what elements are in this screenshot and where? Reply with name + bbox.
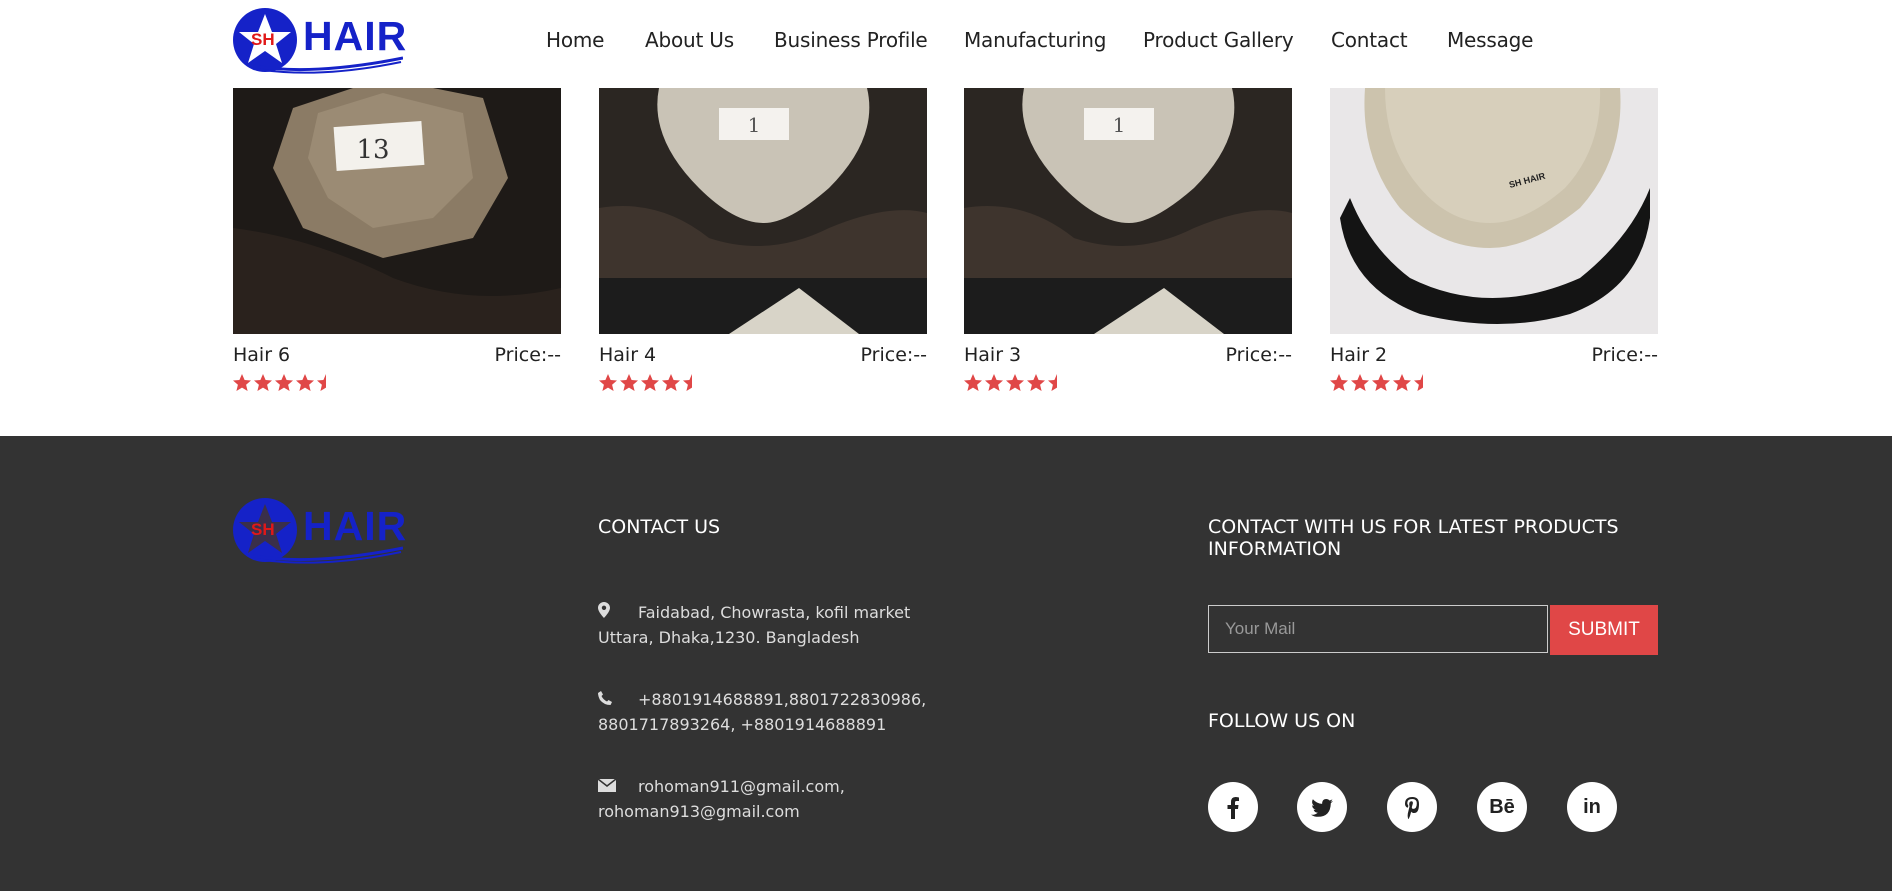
product-card[interactable]: 13 Hair 6 Price:-- <box>233 88 561 391</box>
rating-star-icon <box>599 374 617 391</box>
site-footer: SH HAIR CONTACT US Faidabad, Chowrasta, … <box>0 436 1892 891</box>
rating-star-icon <box>317 374 326 391</box>
newsletter-heading-line2: INFORMATION <box>1208 538 1342 560</box>
product-card[interactable]: 1 Hair 3 Price:-- <box>964 88 1292 391</box>
footer-logo-swoosh-icon <box>253 546 403 564</box>
newsletter-heading: CONTACT WITH US FOR LATEST PRODUCTS INFO… <box>1208 516 1668 560</box>
submit-button[interactable]: SUBMIT <box>1550 605 1658 655</box>
product-price: Price:-- <box>1225 344 1292 366</box>
email-block: rohoman911@gmail.com, rohoman913@gmail.c… <box>597 774 928 824</box>
product-rating <box>964 374 1069 392</box>
contact-heading: CONTACT US <box>598 516 721 538</box>
rating-star-icon <box>662 374 680 391</box>
address-line2: Uttara, Dhaka,1230. Bangladesh <box>598 628 860 647</box>
rating-star-icon <box>1414 374 1423 391</box>
rating-star-icon <box>1372 374 1390 391</box>
rating-star-icon <box>296 374 314 391</box>
rating-star-icon <box>683 374 692 391</box>
phone-line1[interactable]: +8801914688891,8801722830986, <box>638 690 926 709</box>
rating-star-icon <box>1027 374 1045 391</box>
logo-sh-text: SH <box>251 30 275 49</box>
rating-star-icon <box>1330 374 1348 391</box>
rating-star-icon <box>233 374 251 391</box>
product-name[interactable]: Hair 2 <box>1330 344 1387 366</box>
product-card[interactable]: SH HAIR Hair 2 Price:-- <box>1330 88 1658 391</box>
logo-swoosh-icon <box>253 56 403 74</box>
phone-line2[interactable]: 8801717893264, +8801914688891 <box>598 715 886 734</box>
product-price: Price:-- <box>1591 344 1658 366</box>
site-logo[interactable]: SH HAIR <box>233 8 406 74</box>
product-image[interactable]: 1 <box>599 88 927 334</box>
rating-star-icon <box>964 374 982 391</box>
follow-heading: FOLLOW US ON <box>1208 710 1356 732</box>
rating-star-icon <box>1393 374 1411 391</box>
facebook-icon[interactable] <box>1208 782 1258 832</box>
nav-manufacturing[interactable]: Manufacturing <box>964 28 1106 52</box>
product-rating <box>1330 374 1435 392</box>
product-name[interactable]: Hair 4 <box>599 344 656 366</box>
product-card[interactable]: 1 Hair 4 Price:-- <box>599 88 927 391</box>
rating-star-icon <box>275 374 293 391</box>
product-image[interactable]: 13 <box>233 88 561 334</box>
twitter-icon[interactable] <box>1297 782 1347 832</box>
product-tag-text: 1 <box>748 113 761 137</box>
phone-block: +8801914688891,8801722830986, 8801717893… <box>598 687 928 737</box>
logo-hair-text: HAIR <box>303 13 408 59</box>
map-marker-icon <box>598 600 638 625</box>
email-input[interactable]: Your Mail <box>1208 605 1548 653</box>
product-rating <box>233 374 338 392</box>
envelope-icon <box>597 774 638 799</box>
nav-message[interactable]: Message <box>1447 28 1533 52</box>
footer-logo-hair-text: HAIR <box>303 503 408 549</box>
rating-star-icon <box>985 374 1003 391</box>
email-line2[interactable]: rohoman913@gmail.com <box>598 802 800 821</box>
rating-star-icon <box>641 374 659 391</box>
product-image[interactable]: SH HAIR <box>1330 88 1658 334</box>
address-block: Faidabad, Chowrasta, kofil market Uttara… <box>598 600 928 650</box>
product-price: Price:-- <box>860 344 927 366</box>
rating-star-icon <box>254 374 272 391</box>
nav-home[interactable]: Home <box>546 28 604 52</box>
address-line1: Faidabad, Chowrasta, kofil market <box>638 603 911 622</box>
rating-star-icon <box>620 374 638 391</box>
phone-icon <box>598 687 638 712</box>
rating-star-icon <box>1351 374 1369 391</box>
email-line1[interactable]: rohoman911@gmail.com, <box>638 777 845 796</box>
pinterest-icon[interactable] <box>1387 782 1437 832</box>
product-tag-text: 1 <box>1113 113 1126 137</box>
footer-logo[interactable]: SH HAIR <box>233 498 406 564</box>
nav-about-us[interactable]: About Us <box>645 28 734 52</box>
rating-star-icon <box>1006 374 1024 391</box>
product-rating <box>599 374 704 392</box>
product-price: Price:-- <box>494 344 561 366</box>
nav-contact[interactable]: Contact <box>1331 28 1408 52</box>
product-image[interactable]: 1 <box>964 88 1292 334</box>
product-tag-text: 13 <box>356 135 389 165</box>
site-header: SH HAIR Home About Us Business Profile M… <box>0 0 1892 88</box>
nav-business-profile[interactable]: Business Profile <box>774 28 928 52</box>
behance-icon[interactable]: Bē <box>1477 782 1527 832</box>
product-name[interactable]: Hair 3 <box>964 344 1021 366</box>
nav-product-gallery[interactable]: Product Gallery <box>1143 28 1294 52</box>
newsletter-heading-line1: CONTACT WITH US FOR LATEST PRODUCTS <box>1208 516 1619 538</box>
linkedin-icon[interactable]: in <box>1567 782 1617 832</box>
rating-star-icon <box>1048 374 1057 391</box>
footer-logo-sh-text: SH <box>251 520 275 539</box>
product-name[interactable]: Hair 6 <box>233 344 290 366</box>
